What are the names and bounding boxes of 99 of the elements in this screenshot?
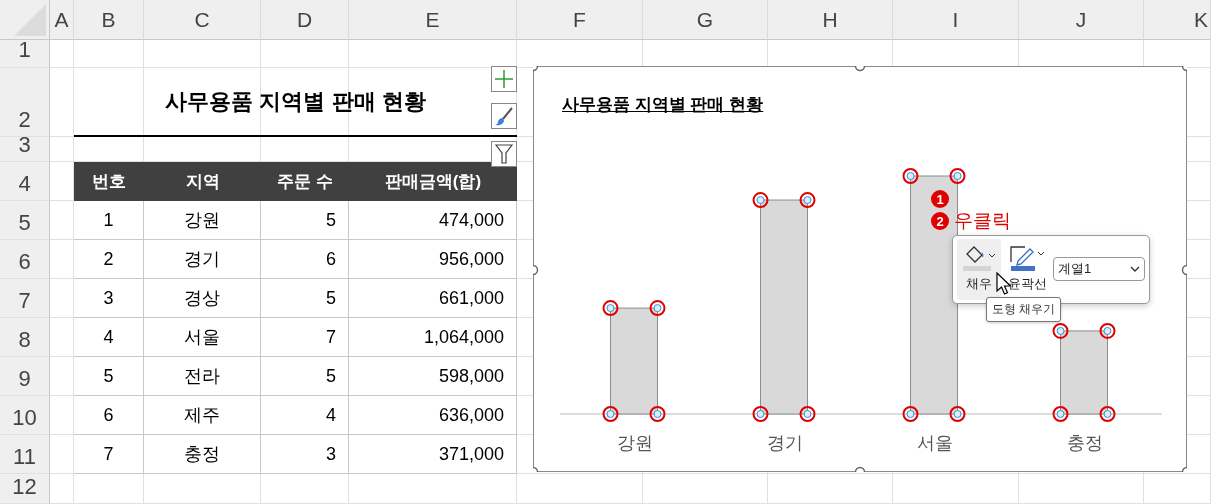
table-header-cell: 번호 — [74, 162, 144, 201]
selection-handle[interactable] — [649, 300, 666, 317]
row-header[interactable]: 6 — [0, 240, 50, 279]
table-cell: 2 — [74, 240, 144, 279]
outline-button[interactable]: 윤곽선 — [1005, 239, 1049, 300]
selection-handle[interactable] — [1099, 322, 1116, 339]
table-cell: 3 — [261, 435, 349, 474]
column-header[interactable]: K — [1144, 0, 1211, 40]
column-header[interactable]: G — [643, 0, 768, 40]
row-header[interactable]: 9 — [0, 357, 50, 396]
selection-handle[interactable] — [1099, 406, 1116, 422]
resize-handle[interactable] — [533, 264, 539, 276]
table-cell: 474,000 — [349, 201, 517, 240]
chart-style-button[interactable] — [491, 103, 517, 129]
table-cell: 5 — [261, 357, 349, 396]
selection-handle[interactable] — [1052, 322, 1069, 339]
table-cell: 전라 — [144, 357, 261, 396]
table-cell: 6 — [261, 240, 349, 279]
resize-handle[interactable] — [1181, 264, 1187, 276]
resize-handle[interactable] — [533, 66, 539, 72]
axis-label: 서울 — [916, 432, 954, 455]
row-header[interactable]: 8 — [0, 318, 50, 357]
table-cell: 5 — [261, 201, 349, 240]
table-cell: 7 — [74, 435, 144, 474]
table-cell: 598,000 — [349, 357, 517, 396]
row-header[interactable]: 12 — [0, 474, 50, 504]
filter-icon — [494, 143, 514, 165]
fill-button[interactable]: 채우 — [957, 239, 1001, 300]
table-cell: 4 — [261, 396, 349, 435]
selection-handle[interactable] — [752, 192, 769, 209]
table-cell: 371,000 — [349, 435, 517, 474]
table-cell: 3 — [74, 279, 144, 318]
table-cell: 7 — [261, 318, 349, 357]
resize-handle[interactable] — [1181, 66, 1187, 72]
column-header[interactable]: H — [768, 0, 893, 40]
table-cell: 5 — [261, 279, 349, 318]
table-header-cell: 지역 — [144, 162, 261, 201]
table-cell: 956,000 — [349, 240, 517, 279]
row-header[interactable]: 4 — [0, 162, 50, 201]
plus-icon — [494, 69, 514, 89]
brush-icon — [494, 106, 514, 126]
axis-label: 강원 — [616, 432, 654, 455]
table-cell: 5 — [74, 357, 144, 396]
row-header[interactable]: 5 — [0, 201, 50, 240]
column-header[interactable]: B — [74, 0, 144, 40]
row-header[interactable]: 3 — [0, 137, 50, 162]
column-header[interactable]: C — [144, 0, 261, 40]
table-cell: 661,000 — [349, 279, 517, 318]
table-cell: 1,064,000 — [349, 318, 517, 357]
step-instruction: 우클릭 — [954, 209, 1011, 233]
selection-handle[interactable] — [902, 406, 919, 422]
column-header[interactable]: J — [1019, 0, 1144, 40]
axis-label: 경기 — [766, 432, 804, 455]
table-cell: 4 — [74, 318, 144, 357]
row-header[interactable]: 2 — [0, 68, 50, 137]
row-header[interactable]: 7 — [0, 279, 50, 318]
table-header-cell: 판매금액(합) — [349, 162, 517, 201]
selection-handle[interactable] — [602, 406, 619, 422]
selection-handle[interactable] — [799, 192, 816, 209]
resize-handle[interactable] — [1181, 466, 1187, 472]
row-header[interactable]: 11 — [0, 435, 50, 474]
table-cell: 강원 — [144, 201, 261, 240]
selection-handle[interactable] — [902, 168, 919, 184]
bar[interactable] — [1060, 330, 1108, 415]
resize-handle[interactable] — [533, 466, 539, 472]
table-cell: 서울 — [144, 318, 261, 357]
tooltip: 도형 채우기 — [986, 297, 1062, 322]
column-header[interactable]: A — [50, 0, 74, 40]
row-header[interactable]: 1 — [0, 40, 50, 68]
column-header[interactable]: D — [261, 0, 349, 40]
selection-handle[interactable] — [649, 406, 666, 422]
selection-handle[interactable] — [799, 406, 816, 422]
chevron-down-icon — [1130, 265, 1140, 273]
filter-button[interactable] — [491, 141, 517, 167]
column-header[interactable]: E — [349, 0, 517, 40]
add-element-button[interactable] — [491, 66, 517, 92]
selection-handle[interactable] — [602, 300, 619, 317]
table-cell: 경기 — [144, 240, 261, 279]
resize-handle[interactable] — [854, 66, 866, 72]
selection-handle[interactable] — [949, 406, 966, 422]
column-header[interactable]: F — [517, 0, 643, 40]
chart-area[interactable]: 사무용품 지역별 판매 현황 강원 경기 서울 충정 1 2 우클릭 채우 윤곽선 계열1 도형 채우기 — [533, 66, 1187, 472]
table-header-cell: 주문 수 — [261, 162, 349, 201]
table-cell: 제주 — [144, 396, 261, 435]
bar[interactable] — [610, 307, 658, 415]
axis-label: 충정 — [1066, 432, 1104, 455]
series-dropdown[interactable]: 계열1 — [1053, 257, 1145, 281]
table-cell: 1 — [74, 201, 144, 240]
selection-handle[interactable] — [1052, 406, 1069, 422]
resize-handle[interactable] — [854, 466, 866, 472]
table-cell: 636,000 — [349, 396, 517, 435]
selection-handle[interactable] — [752, 406, 769, 422]
selection-handle[interactable] — [949, 168, 966, 184]
column-header[interactable]: I — [893, 0, 1019, 40]
table-cell: 경상 — [144, 279, 261, 318]
table-cell: 6 — [74, 396, 144, 435]
table-cell: 충정 — [144, 435, 261, 474]
chart-title: 사무용품 지역별 판매 현황 — [562, 94, 764, 116]
row-header[interactable]: 10 — [0, 396, 50, 435]
